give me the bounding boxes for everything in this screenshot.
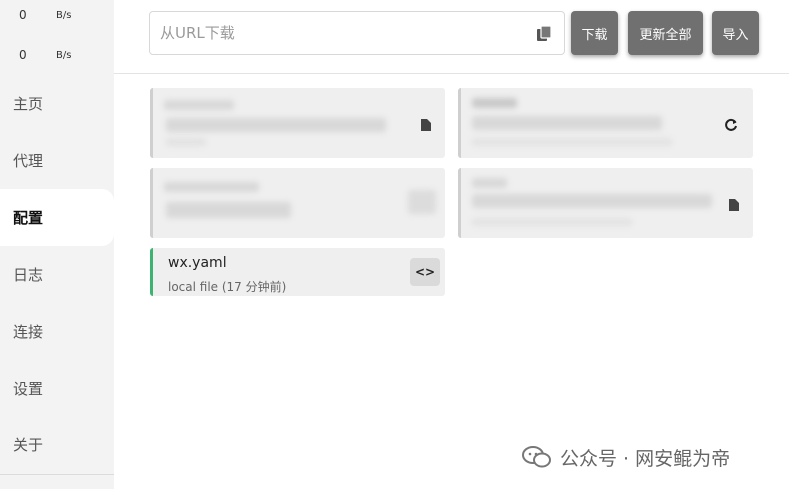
sidebar-item-logs[interactable]: 日志 <box>0 246 114 303</box>
sidebar-item-proxy[interactable]: 代理 <box>0 132 114 189</box>
card-progress-redacted <box>472 138 672 146</box>
sidebar-item-settings[interactable]: 设置 <box>0 360 114 417</box>
card-accent-bar <box>150 248 153 296</box>
profile-card[interactable] <box>150 88 445 158</box>
sidebar-item-connections[interactable]: 连接 <box>0 303 114 360</box>
toolbar: 下载 更新全部 导入 <box>114 0 789 74</box>
sidebar-item-profiles[interactable]: 配置 <box>0 189 114 246</box>
card-sub-redacted <box>472 116 662 130</box>
sidebar-item-about[interactable]: 关于 <box>0 416 114 473</box>
file-icon[interactable] <box>420 118 432 132</box>
card-sub-redacted <box>472 194 712 208</box>
upload-speed-unit: B/s <box>56 9 72 21</box>
profile-subtitle: local file (17 分钟前) <box>168 280 287 294</box>
paste-icon[interactable] <box>536 25 552 42</box>
card-progress-redacted <box>166 138 206 146</box>
sidebar-item-label: 主页 <box>13 95 44 113</box>
update-all-button[interactable]: 更新全部 <box>628 11 703 55</box>
card-accent-bar <box>458 168 461 238</box>
card-sub-redacted <box>166 202 291 218</box>
refresh-icon[interactable] <box>724 118 738 132</box>
sidebar-item-label: 关于 <box>13 436 44 454</box>
download-button[interactable]: 下载 <box>571 11 618 55</box>
card-accent-bar <box>150 88 153 158</box>
sidebar-item-label: 连接 <box>13 323 44 341</box>
file-icon[interactable] <box>728 198 740 212</box>
url-input[interactable] <box>160 12 520 54</box>
card-accent-bar <box>458 88 461 158</box>
sidebar-item-home[interactable]: 主页 <box>0 75 114 132</box>
profile-card[interactable] <box>458 168 753 238</box>
sidebar-divider <box>0 474 114 475</box>
watermark-text: 公众号 · 网安鲲为帝 <box>560 447 731 470</box>
card-title-redacted <box>472 178 507 188</box>
profile-card-wx-yaml[interactable]: wx.yaml local file (17 分钟前) <> <box>150 248 445 296</box>
profile-card[interactable] <box>458 88 753 158</box>
sidebar-item-label: 日志 <box>13 266 44 284</box>
sidebar-item-label: 设置 <box>13 380 44 398</box>
watermark: 公众号 · 网安鲲为帝 <box>522 442 730 472</box>
card-sub-redacted <box>166 118 386 132</box>
sidebar: 0 B/s 0 B/s 主页 代理 配置 日志 连接 设置 关于 <box>0 0 114 489</box>
card-title-redacted <box>164 182 259 192</box>
download-speed: 0 B/s <box>0 40 114 70</box>
sidebar-item-label: 代理 <box>13 152 44 170</box>
import-button[interactable]: 导入 <box>712 11 759 55</box>
profile-title: wx.yaml <box>168 255 227 271</box>
wechat-icon <box>522 446 551 468</box>
card-title-redacted <box>472 98 517 108</box>
profile-card[interactable] <box>150 168 445 238</box>
card-accent-bar <box>150 168 153 238</box>
download-speed-unit: B/s <box>56 49 72 61</box>
sidebar-item-label: 配置 <box>13 209 44 227</box>
code-icon[interactable]: <> <box>410 258 440 286</box>
card-title-redacted <box>164 100 234 110</box>
url-input-box <box>149 11 565 55</box>
upload-speed-value: 0 <box>19 8 27 22</box>
card-progress-redacted <box>472 218 632 226</box>
upload-speed: 0 B/s <box>0 0 114 30</box>
download-speed-value: 0 <box>19 48 27 62</box>
card-icon-redacted <box>408 190 436 214</box>
